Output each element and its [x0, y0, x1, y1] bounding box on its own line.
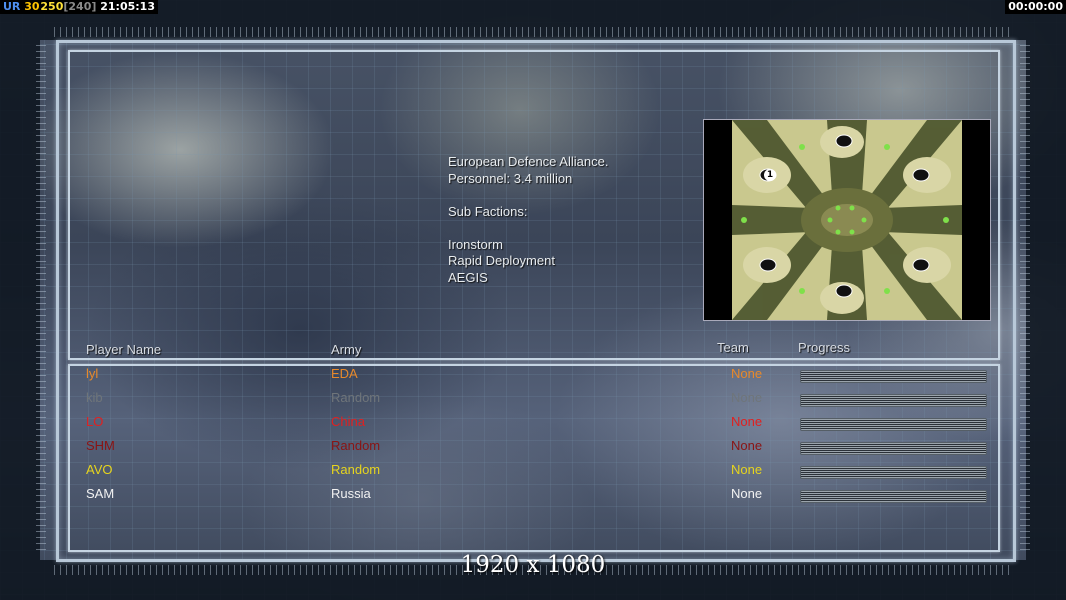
- player-row[interactable]: AVO Random None: [0, 462, 1066, 482]
- progress-bar: [800, 394, 987, 407]
- hud-timer: 00:00:00: [1005, 0, 1066, 14]
- player-army: Random: [331, 462, 381, 477]
- faction-line: European Defence Alliance.: [448, 154, 609, 169]
- player-name: SAM: [86, 486, 115, 501]
- header-progress: Progress: [798, 340, 851, 355]
- player-row[interactable]: kib Random None: [0, 390, 1066, 410]
- faction-line: [448, 187, 608, 204]
- resolution-caption: 1920 x 1080: [460, 552, 606, 578]
- hud-value-3: [240]: [63, 0, 97, 13]
- hud-label: UR: [3, 0, 21, 13]
- ruler-top: [54, 27, 1014, 37]
- player-team: None: [731, 414, 763, 429]
- faction-line: [448, 220, 608, 237]
- faction-line: Rapid Deployment: [448, 253, 555, 268]
- player-name: lyl: [86, 366, 99, 381]
- progress-bar: [800, 370, 987, 383]
- hud-value-2: 250: [40, 0, 64, 13]
- player-row[interactable]: SAM Russia None: [0, 486, 1066, 506]
- progress-bar: [800, 466, 987, 479]
- player-army: Random: [331, 438, 381, 453]
- header-army: Army: [331, 342, 362, 357]
- progress-bar: [800, 418, 987, 431]
- progress-bar: [800, 442, 987, 455]
- minimap: 1: [703, 119, 991, 321]
- player-name: kib: [86, 390, 103, 405]
- player-team: None: [731, 438, 763, 453]
- faction-line: Ironstorm: [448, 236, 503, 252]
- player-row[interactable]: LO China None: [0, 414, 1066, 434]
- progress-bar: [800, 490, 987, 503]
- hud-clock: 21:05:13: [100, 0, 155, 13]
- player-team: None: [731, 486, 763, 501]
- player-army: Russia: [331, 486, 371, 501]
- minimap-terrain: [732, 120, 962, 320]
- player-team: None: [731, 390, 763, 405]
- player-army: China: [331, 414, 365, 429]
- header-player-name: Player Name: [86, 342, 162, 357]
- player-name: LO: [86, 414, 104, 429]
- player-name: SHM: [86, 438, 115, 453]
- hud-stats: UR 30 250[240] 21:05:13: [0, 0, 158, 14]
- player-team: None: [731, 366, 763, 381]
- hud-value-1: 30: [24, 0, 40, 13]
- player-name: AVO: [86, 462, 113, 477]
- player-start-marker: 1: [764, 169, 776, 181]
- player-army: EDA: [331, 366, 358, 381]
- player-team: None: [731, 462, 763, 477]
- player-row[interactable]: lyl EDA None: [0, 366, 1066, 386]
- faction-line: Sub Factions:: [448, 203, 528, 219]
- player-row[interactable]: SHM Random None: [0, 438, 1066, 458]
- faction-line: Personnel: 3.4 million: [448, 170, 573, 186]
- player-army: Random: [331, 390, 381, 405]
- faction-line: AEGIS: [448, 269, 488, 285]
- faction-description: European Defence Alliance. Personnel: 3.…: [448, 154, 608, 286]
- header-team: Team: [717, 340, 749, 355]
